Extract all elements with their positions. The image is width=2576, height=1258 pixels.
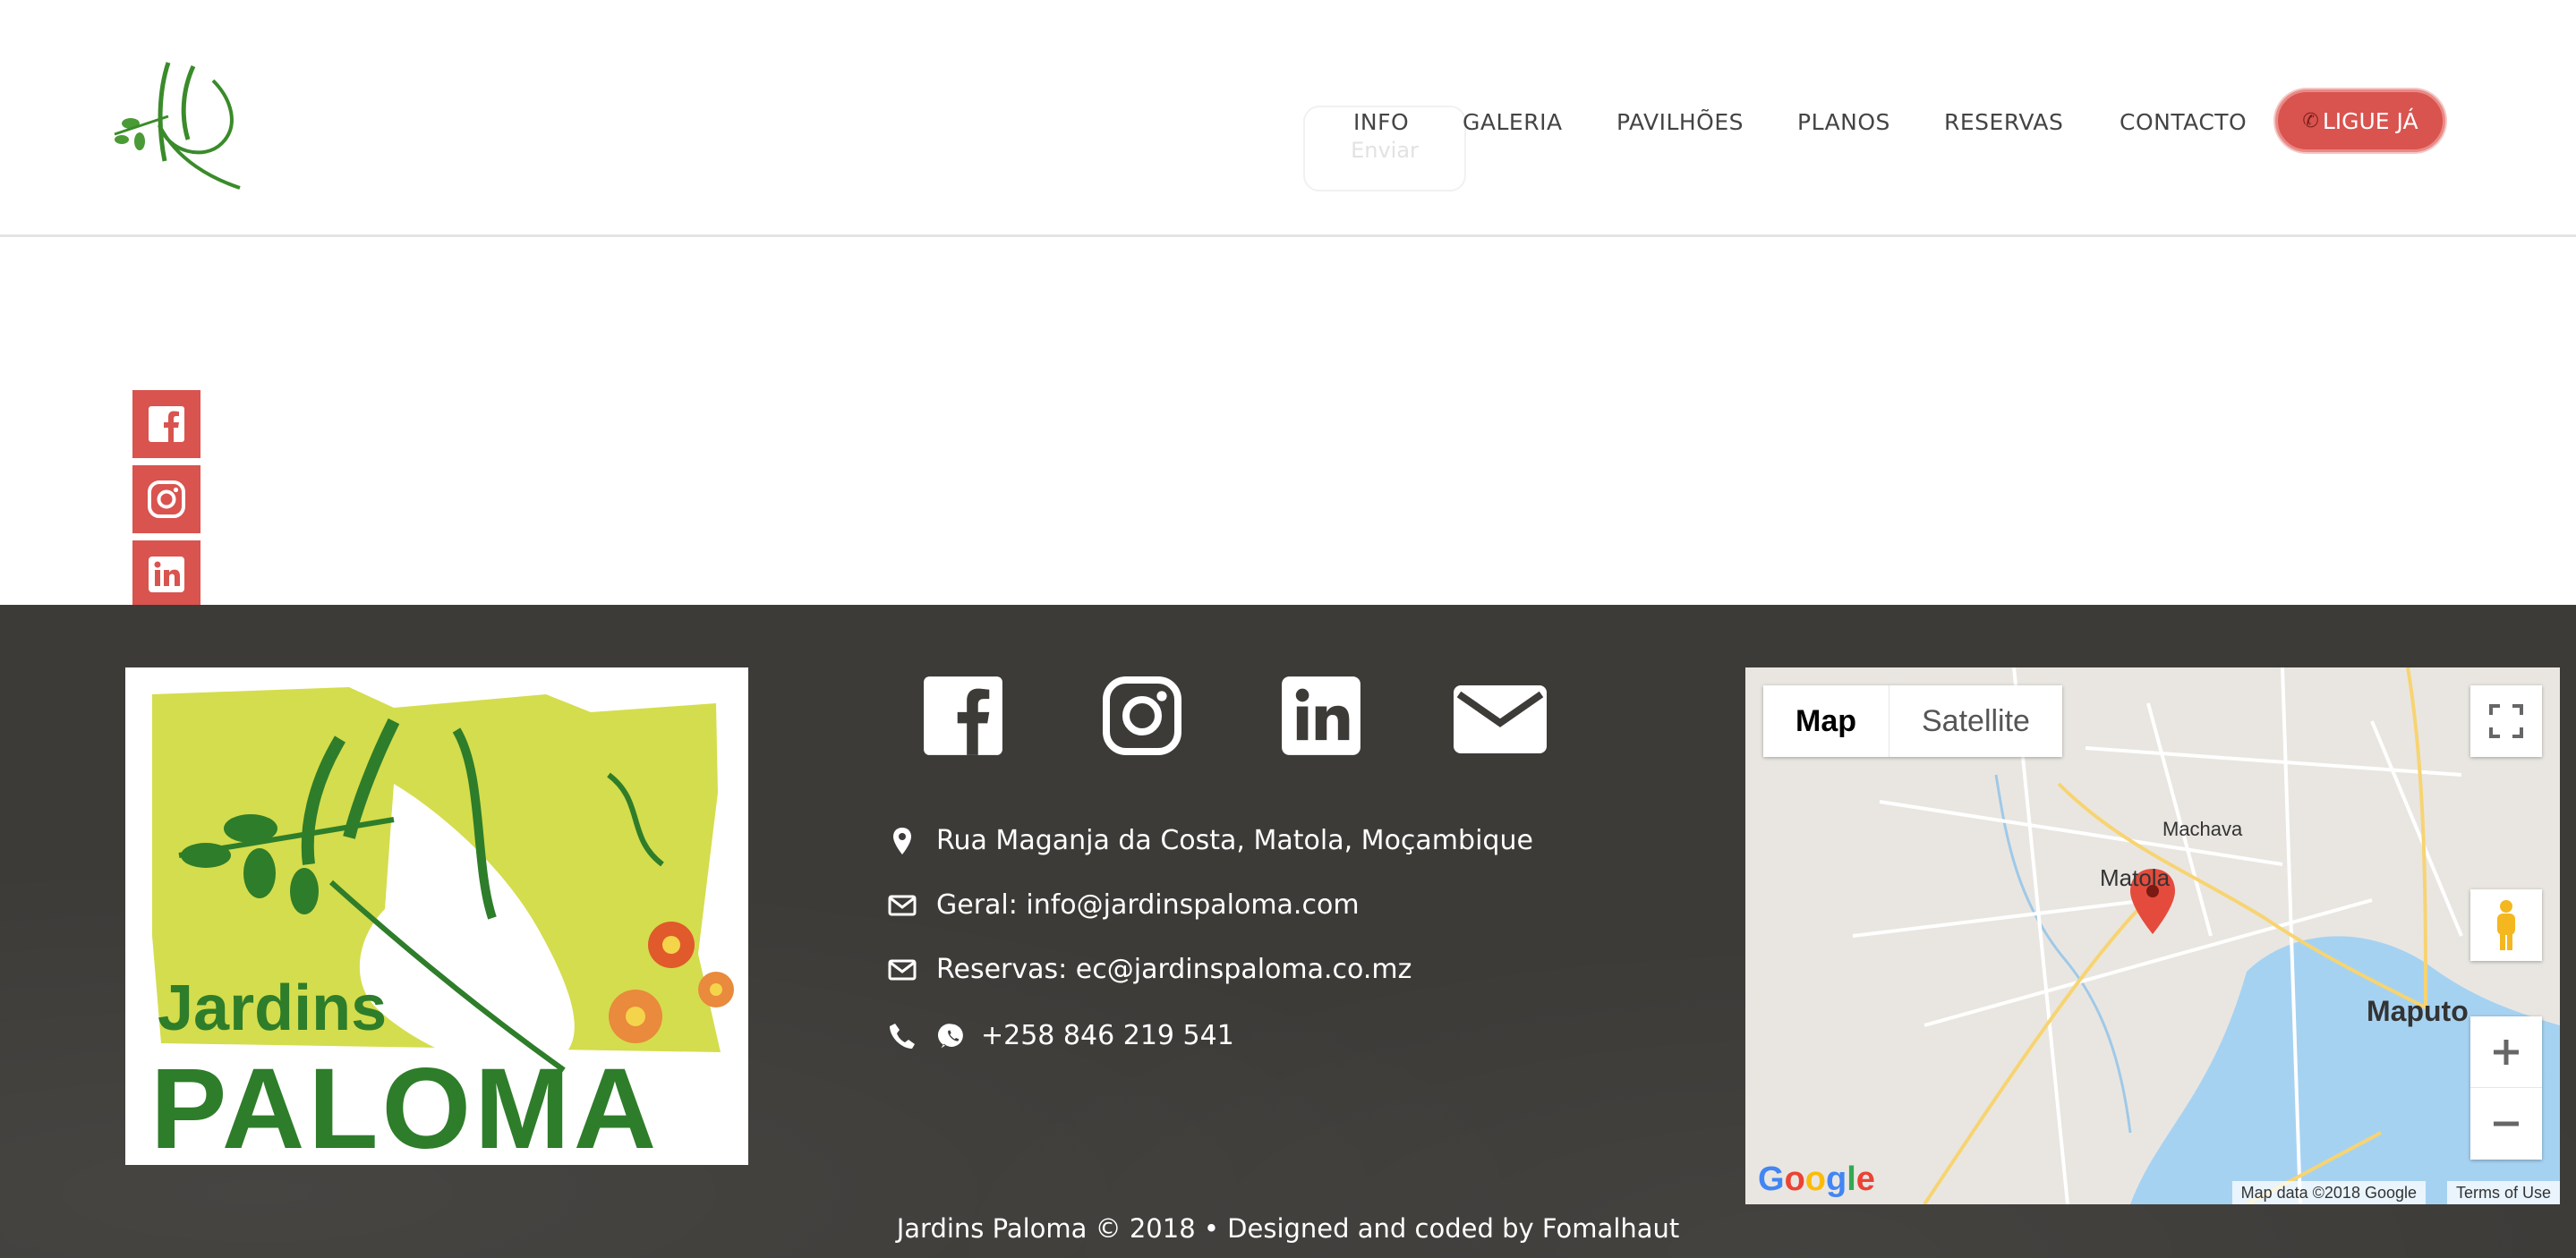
fullscreen-button[interactable] [2470, 685, 2542, 757]
tab-satellite[interactable]: Satellite [1889, 685, 2062, 757]
nav-planos[interactable]: PLANOS [1797, 109, 1890, 135]
map-attribution: Map data ©2018 Google [2231, 1181, 2426, 1204]
zoom-controls [2470, 1016, 2542, 1160]
footer-mail-button[interactable] [1452, 682, 1548, 761]
tab-map[interactable]: Map [1763, 685, 1889, 757]
map-terms-link[interactable]: Terms of Use [2446, 1181, 2560, 1204]
fullscreen-icon [2489, 704, 2523, 738]
copyright-text: Jardins Paloma © 2018 • Designed and cod… [896, 1213, 1680, 1244]
email-reservations-text: Reservas: ec@jardinspaloma.co.mz [936, 954, 1412, 985]
nav-contacto[interactable]: CONTACTO [2120, 109, 2247, 135]
side-linkedin-button[interactable] [132, 540, 200, 608]
footer-logo[interactable]: Jardins PALOMA [125, 667, 748, 1165]
nav-pavilhoes[interactable]: PAVILHÕES [1616, 109, 1744, 135]
footer-address: Rua Maganja da Costa, Matola, Moçambique [886, 825, 1533, 856]
envelope-icon [888, 959, 917, 980]
pegman-icon [2497, 900, 2515, 950]
site-footer: Jardins PALOMA Rua Maganja da Costa, Mat… [0, 605, 2576, 1258]
map-label-machava: Machava [2162, 818, 2243, 840]
map-type-tabs: Map Satellite [1763, 685, 2062, 757]
facebook-icon [924, 676, 1002, 755]
footer-email-general[interactable]: Geral: info@jardinspaloma.com [886, 889, 1360, 921]
footer-instagram-button[interactable] [1101, 675, 1183, 761]
site-header: Enviar INFO GALERIA PAVILHÕES PLANOS RES… [0, 0, 2576, 237]
side-facebook-button[interactable] [132, 390, 200, 458]
nav-galeria[interactable]: GALERIA [1463, 109, 1563, 135]
side-instagram-button[interactable] [132, 465, 200, 533]
footer-facebook-button[interactable] [922, 675, 1004, 761]
footer-linkedin-button[interactable] [1280, 675, 1362, 761]
address-text: Rua Maganja da Costa, Matola, Moçambique [936, 825, 1533, 856]
map-pin-icon [893, 827, 911, 854]
minus-icon [2494, 1121, 2519, 1126]
zoom-in-button[interactable] [2470, 1016, 2542, 1088]
logo-word-jardins: Jardins [158, 973, 388, 1044]
plus-icon [2494, 1039, 2519, 1065]
nav-reservas[interactable]: RESERVAS [1944, 109, 2063, 135]
google-map[interactable]: Map Satellite Machava Matola Maputo Goog… [1745, 667, 2560, 1204]
nav-info[interactable]: INFO [1353, 109, 1409, 135]
instagram-icon [1103, 676, 1181, 755]
logo-word-paloma: PALOMA [150, 1045, 661, 1165]
phone-text: +258 846 219 541 [981, 1020, 1234, 1051]
zoom-out-button[interactable] [2470, 1088, 2542, 1160]
footer-phone[interactable]: +258 846 219 541 [886, 1020, 1234, 1051]
call-now-label: LIGUE JÁ [2322, 107, 2418, 134]
street-view-button[interactable] [2470, 889, 2542, 961]
map-label-matola: Matola [2100, 864, 2171, 891]
call-now-button[interactable]: ✆ LIGUE JÁ [2275, 89, 2445, 152]
main-nav: INFO GALERIA PAVILHÕES PLANOS RESERVAS C… [0, 97, 2576, 150]
linkedin-icon [149, 557, 184, 592]
envelope-icon [888, 895, 917, 915]
facebook-icon [149, 406, 184, 442]
email-general-text: Geral: info@jardinspaloma.com [936, 889, 1360, 921]
mail-icon [1454, 685, 1547, 753]
google-logo: Google [1758, 1160, 1875, 1198]
phone-icon [890, 1023, 915, 1049]
footer-email-reservations[interactable]: Reservas: ec@jardinspaloma.co.mz [886, 954, 1412, 985]
linkedin-icon [1282, 676, 1361, 755]
map-label-maputo: Maputo [2367, 995, 2469, 1027]
whatsapp-icon [938, 1023, 963, 1048]
instagram-icon [148, 480, 185, 518]
phone-icon: ✆ [2302, 109, 2319, 132]
